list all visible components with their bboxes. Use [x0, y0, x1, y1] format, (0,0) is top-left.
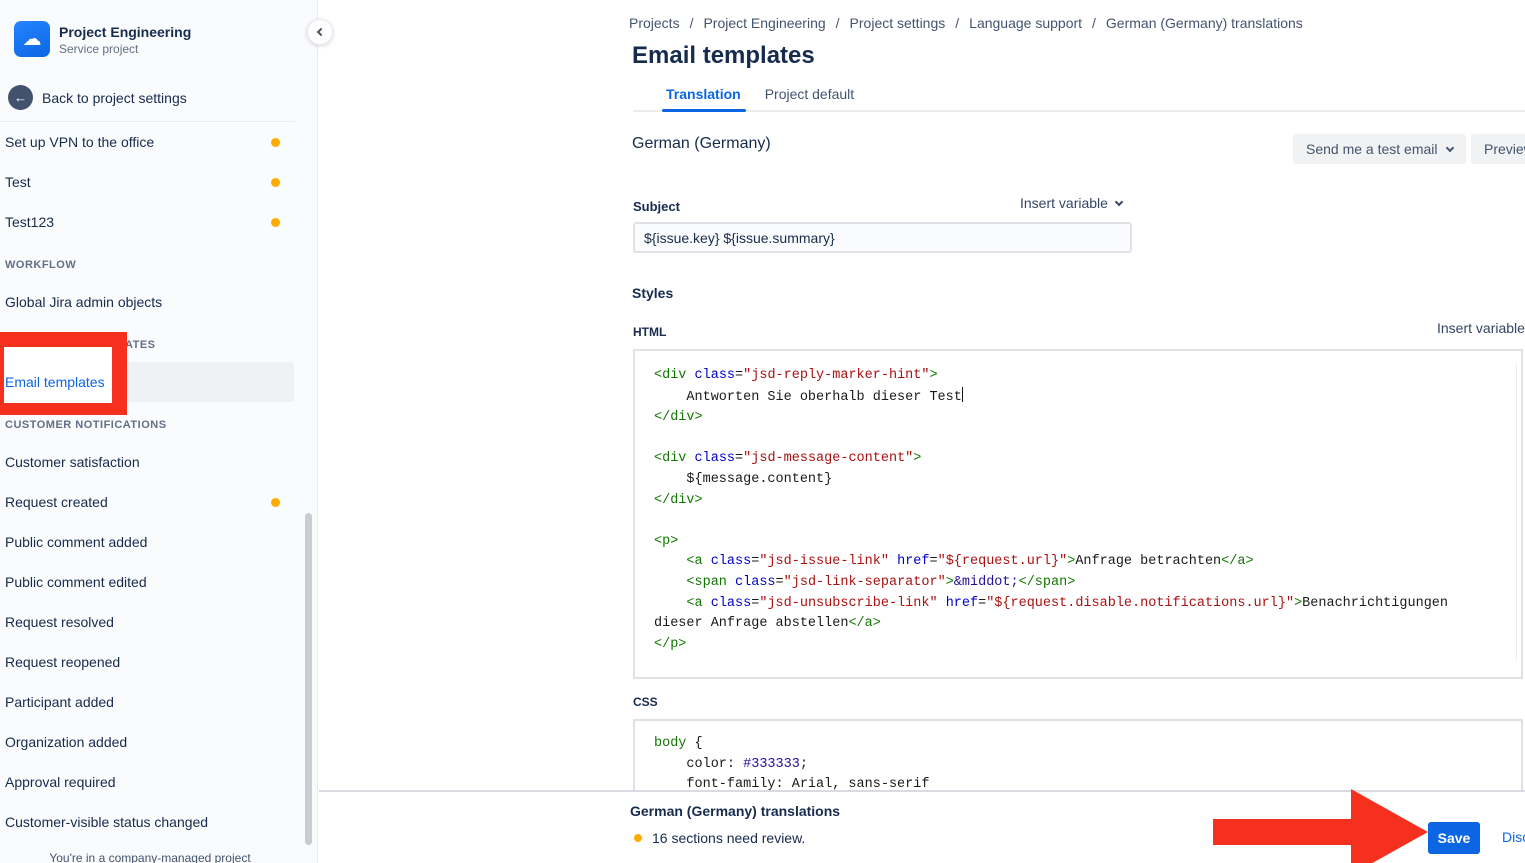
breadcrumb-separator: /	[955, 15, 960, 31]
breadcrumb-separator: /	[835, 15, 840, 31]
footer-title: German (Germany) translations	[630, 803, 841, 819]
annotation-arrow-shaft	[1213, 819, 1353, 845]
insert-variable-dropdown-subject[interactable]: Insert variable	[1020, 195, 1124, 211]
insert-variable-label: Insert variable	[1437, 320, 1525, 336]
html-label: HTML	[633, 325, 667, 339]
code-line: color: #333333;	[654, 756, 808, 772]
sidebar-collapse-button[interactable]	[307, 19, 333, 45]
styles-heading: Styles	[632, 285, 674, 301]
subject-input[interactable]	[633, 222, 1132, 253]
preview-label: Preview	[1484, 141, 1525, 157]
breadcrumb-separator: /	[689, 15, 694, 31]
language-heading: German (Germany)	[632, 135, 771, 152]
breadcrumb-item-language-support[interactable]: Language support	[969, 15, 1082, 31]
send-test-email-button[interactable]: Send me a test email	[1293, 134, 1466, 164]
discard-link[interactable]: Discard	[1502, 829, 1525, 845]
breadcrumb-item-project-engineering[interactable]: Project Engineering	[703, 15, 825, 31]
breadcrumb: Projects / Project Engineering / Project set…	[629, 15, 1303, 31]
text-cursor	[961, 386, 964, 402]
preview-button[interactable]: Preview	[1471, 134, 1525, 164]
code-line: Antworten Sie oberhalb dieser Test	[654, 386, 1497, 409]
subject-label: Subject	[633, 199, 680, 214]
chevron-down-icon	[1445, 143, 1454, 152]
active-tab-underline	[662, 109, 746, 112]
breadcrumb-item-project-settings[interactable]: Project settings	[850, 15, 946, 31]
insert-variable-label: Insert variable	[1020, 195, 1108, 211]
sidebar-item-label: Email templates	[5, 374, 105, 390]
page-title: Email templates	[632, 42, 815, 69]
code-line: <a class="jsd-unsubscribe-link" href="${…	[686, 595, 1448, 611]
html-code-editor[interactable]: <div class="jsd-reply-marker-hint"> Antw…	[633, 349, 1523, 679]
code-line: dieser Anfrage abstellen</a>	[654, 616, 881, 632]
status-dot	[634, 834, 642, 842]
code-line: </div>	[654, 492, 703, 508]
tab-bar: Translation Project default	[666, 86, 854, 102]
footer-status: 16 sections need review.	[634, 830, 805, 846]
editor-gutter-line	[1516, 363, 1517, 661]
tab-translation[interactable]: Translation	[666, 86, 741, 102]
tab-project-default[interactable]: Project default	[765, 86, 855, 102]
chevron-down-icon	[1114, 197, 1124, 206]
send-test-email-label: Send me a test email	[1306, 141, 1438, 157]
code-line: <div class="jsd-message-content">	[654, 451, 922, 467]
app-root: ☁ Project Engineering Service project ← …	[0, 0, 1525, 863]
code-line: <div class="jsd-reply-marker-hint">	[654, 368, 938, 383]
footer-status-text: 16 sections need review.	[652, 830, 806, 846]
breadcrumb-item-projects[interactable]: Projects	[629, 15, 680, 31]
code-line: </p>	[654, 636, 687, 652]
insert-variable-dropdown-html[interactable]: Insert variable	[1437, 320, 1525, 336]
breadcrumb-separator: /	[1092, 15, 1096, 31]
breadcrumb-item-german-germany-translations: German (Germany) translations	[1105, 15, 1303, 31]
tab-divider	[633, 110, 1525, 112]
code-line: <a class="jsd-issue-link" href="${reques…	[686, 554, 1254, 570]
code-line: <span class="jsd-link-separator">&middot…	[686, 574, 1076, 590]
code-line: </div>	[654, 410, 703, 426]
code-line: ${message.content}	[654, 471, 833, 487]
main-content: Projects / Project Engineering / Project set…	[0, 0, 1525, 863]
chevron-left-icon	[316, 27, 326, 37]
code-line: body {	[654, 736, 703, 751]
code-line: <p>	[654, 533, 679, 549]
annotation-arrow-head	[1351, 789, 1428, 863]
css-label: CSS	[633, 695, 658, 709]
save-button[interactable]: Save	[1428, 822, 1480, 854]
